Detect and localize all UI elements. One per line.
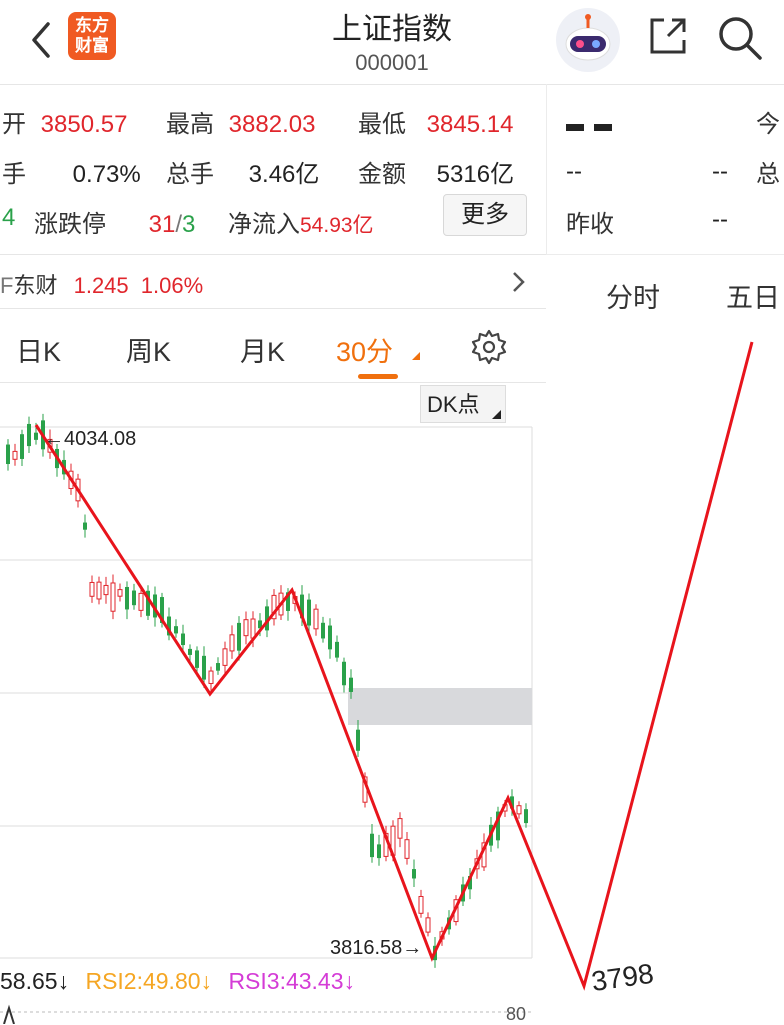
candle-body (34, 432, 38, 440)
candle-body (103, 584, 109, 596)
rsi-scale-label: 80 (506, 1004, 527, 1024)
candle-body (6, 444, 10, 465)
candle-body (250, 618, 256, 639)
candle-body (132, 590, 136, 606)
candle-body (243, 619, 249, 637)
rsi2-value: RSI2:49.80 (85, 968, 201, 994)
rsi-line-fragment (3, 1004, 15, 1024)
candle-body (377, 844, 381, 859)
candle-body (425, 917, 431, 933)
candle-body (516, 805, 522, 815)
candle-body (208, 670, 214, 684)
candle-body (342, 661, 346, 686)
rsi1-value: 58.65 (0, 968, 58, 994)
gap-zone (348, 688, 532, 725)
candle-body (335, 641, 339, 658)
candle-body (370, 833, 374, 858)
candle-body (110, 582, 116, 612)
candle-body (195, 650, 199, 668)
high-annotation: ←4034.08 (44, 428, 137, 450)
candle-body (174, 626, 178, 634)
kline-chart (0, 341, 754, 1024)
candle-body (397, 818, 403, 839)
candle-body (404, 839, 410, 859)
candle-body (356, 729, 360, 751)
candle-body (349, 677, 353, 692)
candle-body (412, 869, 416, 879)
candle-body (307, 599, 311, 626)
candle-body (321, 622, 325, 639)
candle-body (96, 581, 102, 600)
candle-body (188, 648, 192, 655)
trend-zigzag-line (34, 341, 754, 991)
rsi1-arrow: ↓ (57, 968, 70, 994)
candle-body (328, 625, 332, 650)
low-annotation: 3816.58→ (330, 937, 423, 959)
candle-body (27, 423, 31, 447)
rsi3-value: RSI3:43.43 (228, 968, 344, 994)
candle-body (202, 655, 206, 680)
candle-body (181, 633, 185, 646)
candle-body (117, 589, 123, 597)
candle-body (524, 809, 528, 824)
rsi3-arrow: ↓ (343, 968, 356, 994)
candle-body (138, 592, 144, 611)
candle-body (229, 634, 235, 652)
candle-body (222, 648, 228, 666)
candle-body (237, 622, 241, 651)
candle-body (313, 608, 319, 630)
candle-body (418, 895, 424, 914)
candle-body (20, 434, 24, 459)
rsi2-arrow: ↓ (200, 968, 213, 994)
candle-body (89, 581, 95, 597)
rsi-row: 58.65↓ RSI2:49.80↓ RSI3:43.43↓ (0, 968, 355, 995)
candle-body (125, 586, 129, 610)
candle-body (216, 663, 220, 671)
candle-body (12, 450, 18, 460)
candle-body (83, 522, 87, 530)
